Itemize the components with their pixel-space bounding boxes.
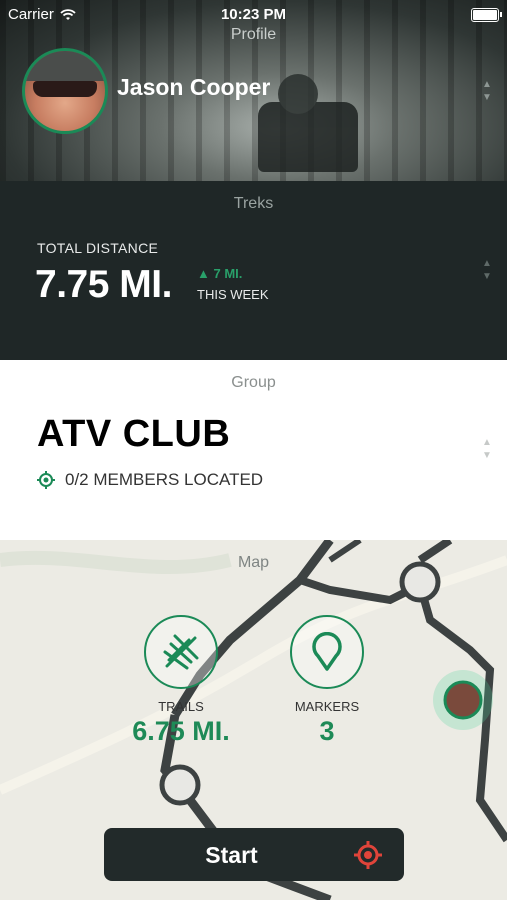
markers-label: MARKERS <box>294 699 360 714</box>
reorder-handle-icon[interactable]: ▲ ▼ <box>480 78 494 104</box>
trails-stat[interactable]: TRAILS 6.75 MI. <box>116 615 246 747</box>
markers-stat[interactable]: MARKERS 3 <box>262 615 392 747</box>
total-distance-label: TOTAL DISTANCE <box>37 240 159 256</box>
start-button[interactable]: Start <box>104 828 404 881</box>
trails-value: 6.75 MI. <box>132 716 230 746</box>
avatar[interactable] <box>22 48 108 134</box>
members-located-label: 0/2 MEMBERS LOCATED <box>65 470 264 489</box>
crosshair-icon <box>354 841 382 869</box>
reorder-handle-icon[interactable]: ▲ ▼ <box>480 257 494 283</box>
map-pin-icon <box>290 615 364 689</box>
treks-section-title: Treks <box>233 195 274 212</box>
treks-section[interactable]: Treks TOTAL DISTANCE 7.75 MI. ▲ 7 MI. TH… <box>0 181 507 360</box>
atv-rider-image <box>258 74 358 172</box>
trails-label: TRAILS <box>158 699 204 714</box>
status-bar: Carrier 10:23 PM <box>0 0 507 28</box>
week-delta: ▲ 7 MI. <box>197 266 243 281</box>
trails-icon <box>144 615 218 689</box>
week-label: THIS WEEK <box>197 287 269 302</box>
location-target-icon <box>37 471 55 489</box>
total-distance-value: 7.75 MI. <box>35 263 172 306</box>
group-name: ATV CLUB <box>37 413 231 455</box>
clock: 10:23 PM <box>220 6 287 23</box>
group-section[interactable]: Group ATV CLUB 0/2 MEMBERS LOCATED ▲ ▼ <box>0 360 507 540</box>
map-section-title: Map <box>237 554 270 571</box>
group-section-title: Group <box>231 374 276 391</box>
markers-value: 3 <box>319 716 335 746</box>
profile-section-title: Profile <box>230 26 277 43</box>
reorder-handle-icon[interactable]: ▲ ▼ <box>480 436 494 462</box>
members-located: 0/2 MEMBERS LOCATED <box>37 470 263 490</box>
start-button-label: Start <box>205 842 258 868</box>
profile-name: Jason Cooper <box>117 74 271 100</box>
battery-icon <box>471 8 502 22</box>
